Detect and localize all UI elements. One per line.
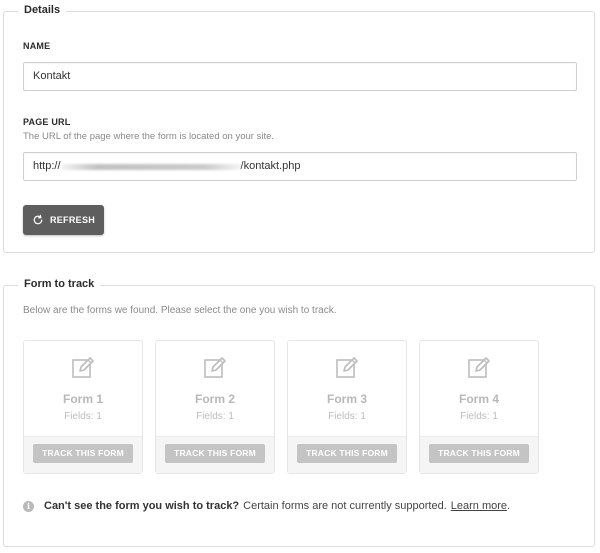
page-url-suffix: /kontakt.php bbox=[240, 160, 301, 172]
form-card-2[interactable]: Form 2 Fields: 1 TRACK THIS FORM bbox=[155, 340, 275, 474]
refresh-label: REFRESH bbox=[49, 215, 96, 225]
form-card-fields: Fields: 1 bbox=[64, 411, 102, 422]
details-section: Details NAME Kontakt PAGE URL The URL of… bbox=[3, 4, 595, 253]
page-url-prefix: http:// bbox=[33, 160, 61, 172]
form-card-footer: TRACK THIS FORM bbox=[288, 436, 406, 473]
refresh-icon bbox=[33, 214, 43, 225]
form-card-footer: TRACK THIS FORM bbox=[156, 436, 274, 473]
track-form-2-button[interactable]: TRACK THIS FORM bbox=[165, 444, 265, 463]
name-input-value: Kontakt bbox=[33, 70, 71, 82]
notice-period: . bbox=[507, 500, 511, 512]
track-form-1-button[interactable]: TRACK THIS FORM bbox=[33, 444, 133, 463]
form-card-fields: Fields: 1 bbox=[328, 411, 366, 422]
form-to-track-section: Form to track Below are the forms we fou… bbox=[3, 278, 595, 547]
notice-heading: Can't see the form you wish to track? bbox=[44, 500, 240, 512]
name-input[interactable]: Kontakt bbox=[23, 62, 577, 91]
track-intro-text: Below are the forms we found. Please sel… bbox=[23, 305, 337, 316]
form-card-4[interactable]: Form 4 Fields: 1 TRACK THIS FORM bbox=[419, 340, 539, 474]
page-url-label: PAGE URL bbox=[23, 117, 71, 127]
form-card-fields: Fields: 1 bbox=[196, 411, 234, 422]
name-label: NAME bbox=[23, 41, 51, 51]
details-legend: Details bbox=[18, 4, 67, 16]
notice-text: Certain forms are not currently supporte… bbox=[243, 500, 447, 512]
track-form-4-button[interactable]: TRACK THIS FORM bbox=[429, 444, 529, 463]
form-card-1[interactable]: Form 1 Fields: 1 TRACK THIS FORM bbox=[23, 340, 143, 474]
form-card-name: Form 2 bbox=[194, 392, 235, 406]
form-card-3[interactable]: Form 3 Fields: 1 TRACK THIS FORM bbox=[287, 340, 407, 474]
unsupported-forms-notice: i Can't see the form you wish to track? … bbox=[23, 500, 510, 512]
edit-icon bbox=[336, 357, 358, 378]
form-card-footer: TRACK THIS FORM bbox=[24, 436, 142, 473]
form-card-name: Form 4 bbox=[458, 392, 499, 406]
form-card-fields: Fields: 1 bbox=[460, 411, 498, 422]
track-form-3-button[interactable]: TRACK THIS FORM bbox=[297, 444, 397, 463]
redacted-domain bbox=[60, 164, 241, 170]
edit-icon bbox=[204, 357, 226, 378]
refresh-button[interactable]: REFRESH bbox=[23, 205, 104, 235]
learn-more-link[interactable]: Learn more bbox=[451, 500, 507, 512]
page-url-input[interactable]: http:// /kontakt.php bbox=[23, 152, 577, 181]
form-card-name: Form 1 bbox=[62, 392, 103, 406]
form-to-track-legend: Form to track bbox=[18, 278, 101, 290]
edit-icon bbox=[72, 357, 94, 378]
page-url-help: The URL of the page where the form is lo… bbox=[23, 131, 275, 142]
form-card-name: Form 3 bbox=[326, 392, 367, 406]
form-card-footer: TRACK THIS FORM bbox=[420, 436, 538, 473]
edit-icon bbox=[468, 357, 490, 378]
info-icon: i bbox=[23, 500, 34, 512]
